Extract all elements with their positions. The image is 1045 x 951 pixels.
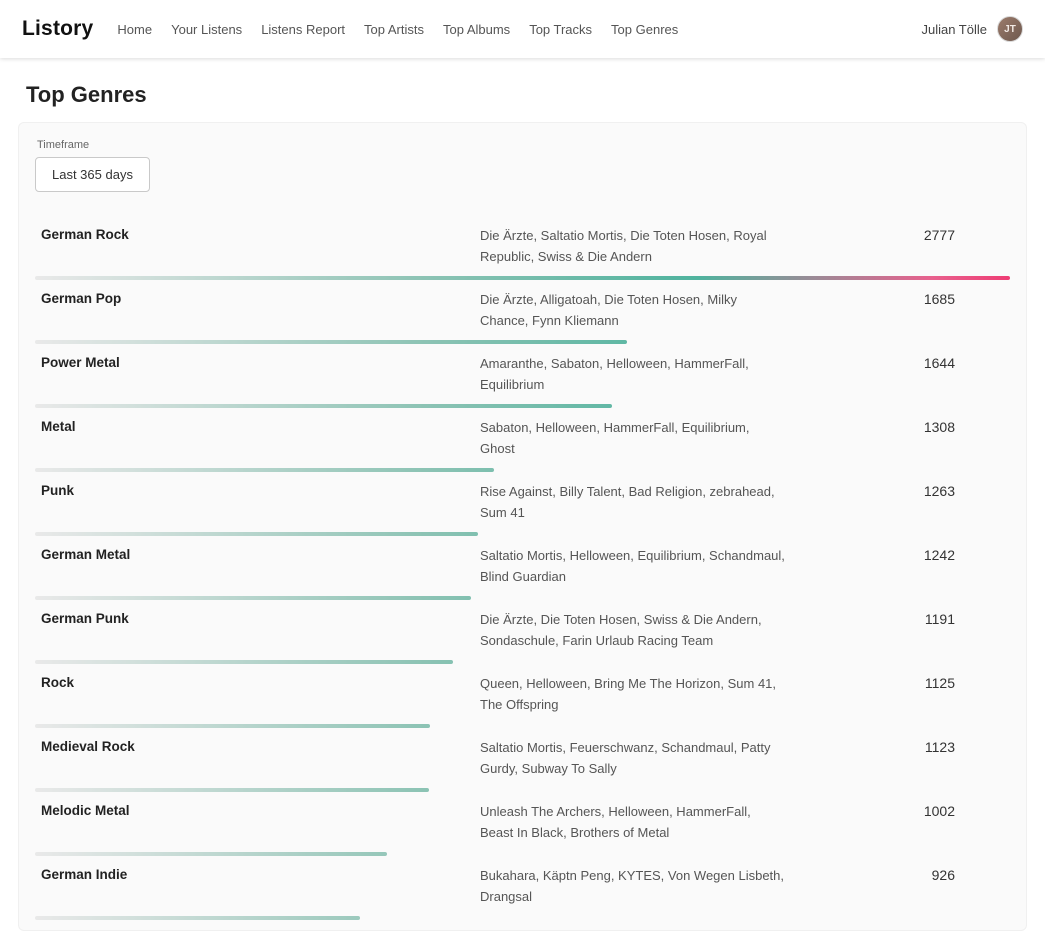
genre-count: 1123 [785,737,1010,755]
genre-row: Rock Queen, Helloween, Bring Me The Hori… [35,664,1010,728]
nav-item-your-listens[interactable]: Your Listens [171,22,242,37]
nav-item-top-artists[interactable]: Top Artists [364,22,424,37]
genre-artists: Unleash The Archers, Helloween, HammerFa… [480,801,785,843]
app-logo[interactable]: Listory [22,17,93,41]
genre-artists: Saltatio Mortis, Feuerschwanz, Schandmau… [480,737,785,779]
genre-name: Punk [35,481,480,498]
genre-count: 1644 [785,353,1010,371]
genre-row: German Rock Die Ärzte, Saltatio Mortis, … [35,216,1010,280]
genre-name: Metal [35,417,480,434]
genre-row: German Metal Saltatio Mortis, Helloween,… [35,536,1010,600]
genre-artists: Die Ärzte, Saltatio Mortis, Die Toten Ho… [480,225,785,267]
genre-artists: Die Ärzte, Alligatoah, Die Toten Hosen, … [480,289,785,331]
genre-count: 926 [785,865,1010,883]
genre-bar [35,916,360,920]
top-genres-card: Timeframe Last 365 days German Rock Die … [18,122,1027,931]
genre-count: 1125 [785,673,1010,691]
genre-artists: Bukahara, Käptn Peng, KYTES, Von Wegen L… [480,865,785,907]
genre-row: Metal Sabaton, Helloween, HammerFall, Eq… [35,408,1010,472]
genre-name: Power Metal [35,353,480,370]
user-name: Julian Tölle [921,22,987,37]
genre-artists: Die Ärzte, Die Toten Hosen, Swiss & Die … [480,609,785,651]
genre-list: German Rock Die Ärzte, Saltatio Mortis, … [35,216,1010,920]
genre-name: Melodic Metal [35,801,480,818]
genre-count: 1191 [785,609,1010,627]
genre-name: Rock [35,673,480,690]
genre-name: German Rock [35,225,480,242]
genre-row: German Indie Bukahara, Käptn Peng, KYTES… [35,856,1010,920]
user-menu[interactable]: Julian Tölle JT [921,16,1023,42]
genre-artists: Sabaton, Helloween, HammerFall, Equilibr… [480,417,785,459]
nav-item-top-tracks[interactable]: Top Tracks [529,22,592,37]
genre-row: Medieval Rock Saltatio Mortis, Feuerschw… [35,728,1010,792]
genre-row: Melodic Metal Unleash The Archers, Hello… [35,792,1010,856]
genre-artists: Saltatio Mortis, Helloween, Equilibrium,… [480,545,785,587]
genre-count: 2777 [785,225,1010,243]
genre-name: Medieval Rock [35,737,480,754]
genre-count: 1002 [785,801,1010,819]
genre-count: 1308 [785,417,1010,435]
nav-item-home[interactable]: Home [117,22,152,37]
user-avatar: JT [997,16,1023,42]
nav-item-listens-report[interactable]: Listens Report [261,22,345,37]
nav-item-top-albums[interactable]: Top Albums [443,22,510,37]
top-navbar: Listory Home Your Listens Listens Report… [0,0,1045,58]
genre-name: German Indie [35,865,480,882]
timeframe-select[interactable]: Last 365 days [35,157,150,192]
timeframe-label: Timeframe [35,139,1010,151]
genre-name: German Pop [35,289,480,306]
genre-count: 1242 [785,545,1010,563]
main-nav: Home Your Listens Listens Report Top Art… [117,22,678,37]
page-title: Top Genres [0,82,1045,108]
genre-row: Power Metal Amaranthe, Sabaton, Hellowee… [35,344,1010,408]
nav-item-top-genres[interactable]: Top Genres [611,22,678,37]
genre-count: 1685 [785,289,1010,307]
genre-name: German Punk [35,609,480,626]
genre-count: 1263 [785,481,1010,499]
genre-artists: Queen, Helloween, Bring Me The Horizon, … [480,673,785,715]
genre-name: German Metal [35,545,480,562]
genre-artists: Amaranthe, Sabaton, Helloween, HammerFal… [480,353,785,395]
genre-row: German Pop Die Ärzte, Alligatoah, Die To… [35,280,1010,344]
genre-row: German Punk Die Ärzte, Die Toten Hosen, … [35,600,1010,664]
genre-artists: Rise Against, Billy Talent, Bad Religion… [480,481,785,523]
genre-row: Punk Rise Against, Billy Talent, Bad Rel… [35,472,1010,536]
